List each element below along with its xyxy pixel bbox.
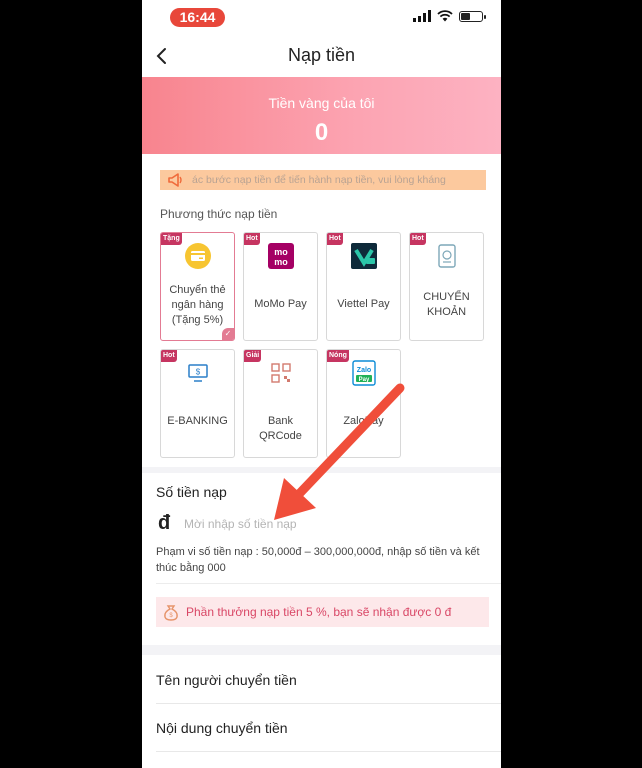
status-icons <box>413 10 486 22</box>
method-label: ZaloPay <box>343 415 384 427</box>
zalopay-icon: Zalo Pay <box>350 359 378 387</box>
method-bank-qrcode[interactable]: Giải Bank QRCode <box>243 349 318 458</box>
method-label: MoMo Pay <box>254 298 307 310</box>
divider <box>156 703 501 704</box>
method-label: CHUYỂN KHOẢN <box>423 291 470 318</box>
bonus-text: Phần thưởng nạp tiền 5 %, bạn sẽ nhận đư… <box>186 605 452 619</box>
notice-bar: ác bước nạp tiền để tiến hành nạp tiền, … <box>160 170 486 190</box>
amount-input[interactable] <box>184 514 464 534</box>
phone-screen: 16:44 Nạp tiền Tiền vàng của tôi 0 ác bư… <box>142 0 501 768</box>
method-label: Bank QRCode <box>259 415 302 442</box>
section-divider <box>142 467 501 473</box>
balance-value: 0 <box>314 119 329 146</box>
svg-text:$: $ <box>195 368 200 377</box>
method-tag: Giải <box>244 350 262 362</box>
megaphone-icon <box>168 173 182 187</box>
svg-text:Zalo: Zalo <box>356 367 370 374</box>
svg-text:Pay: Pay <box>358 377 369 383</box>
page-title: Nạp tiền <box>287 45 356 65</box>
svg-text:$: $ <box>169 613 173 619</box>
section-divider <box>142 645 501 655</box>
monitor-icon: $ <box>184 359 212 387</box>
method-tag: Hot <box>244 233 260 245</box>
amount-range-text: Phạm vi số tiền nạp : 50,000đ – 300,000,… <box>156 546 480 574</box>
currency-symbol: đ <box>158 512 171 534</box>
notice-text: ác bước nạp tiền để tiến hành nạp tiền, … <box>192 174 446 186</box>
nav-bar: Nạp tiền <box>142 34 501 78</box>
money-bag-icon: $ <box>164 605 178 621</box>
method-tag: Nóng <box>327 350 349 362</box>
check-icon: ✓ <box>222 328 234 340</box>
method-tag: Tặng <box>161 233 182 245</box>
status-bar: 16:44 <box>142 0 501 34</box>
viettel-pay-icon <box>350 242 378 270</box>
qr-code-icon <box>267 359 295 387</box>
divider <box>156 583 501 584</box>
balance-label: Tiền vàng của tôi <box>268 95 375 111</box>
method-label: E-BANKING <box>167 415 228 427</box>
payment-method-label: Phương thức nạp tiền <box>160 207 278 221</box>
bank-card-icon <box>184 242 212 270</box>
amount-title: Số tiền nạp <box>156 484 227 500</box>
method-viettel-pay[interactable]: Hot Viettel Pay <box>326 232 401 341</box>
method-tag: Hot <box>410 233 426 245</box>
method-label: Viettel Pay <box>337 298 390 310</box>
method-chuyen-khoan[interactable]: Hot CHUYỂN KHOẢN <box>409 232 484 341</box>
svg-text:mo: mo <box>274 257 288 267</box>
svg-text:mo: mo <box>274 247 288 257</box>
signal-icon <box>413 10 431 22</box>
method-label: Chuyển thẻ ngân hàng (Tặng 5%) <box>169 284 226 326</box>
transfer-content-label[interactable]: Nội dung chuyển tiền <box>156 720 288 736</box>
momo-icon: mo mo <box>267 242 295 270</box>
divider <box>156 751 501 752</box>
method-momo[interactable]: Hot mo mo MoMo Pay <box>243 232 318 341</box>
method-tag: Hot <box>327 233 343 245</box>
method-tag: Hot <box>161 350 177 362</box>
transfer-icon <box>433 242 461 270</box>
method-e-banking[interactable]: Hot $ E-BANKING <box>160 349 235 458</box>
gold-balance-banner: Tiền vàng của tôi 0 <box>142 77 501 154</box>
battery-icon <box>459 10 486 22</box>
sender-name-label[interactable]: Tên người chuyển tiền <box>156 672 297 688</box>
method-bank-transfer[interactable]: Tặng Chuyển thẻ ngân hàng (Tặng 5%) ✓ <box>160 232 235 341</box>
status-time: 16:44 <box>170 8 225 27</box>
bonus-banner: $ Phần thưởng nạp tiền 5 %, bạn sẽ nhận … <box>156 597 489 627</box>
wifi-icon <box>437 10 453 22</box>
method-zalopay[interactable]: Nóng Zalo Pay ZaloPay <box>326 349 401 458</box>
